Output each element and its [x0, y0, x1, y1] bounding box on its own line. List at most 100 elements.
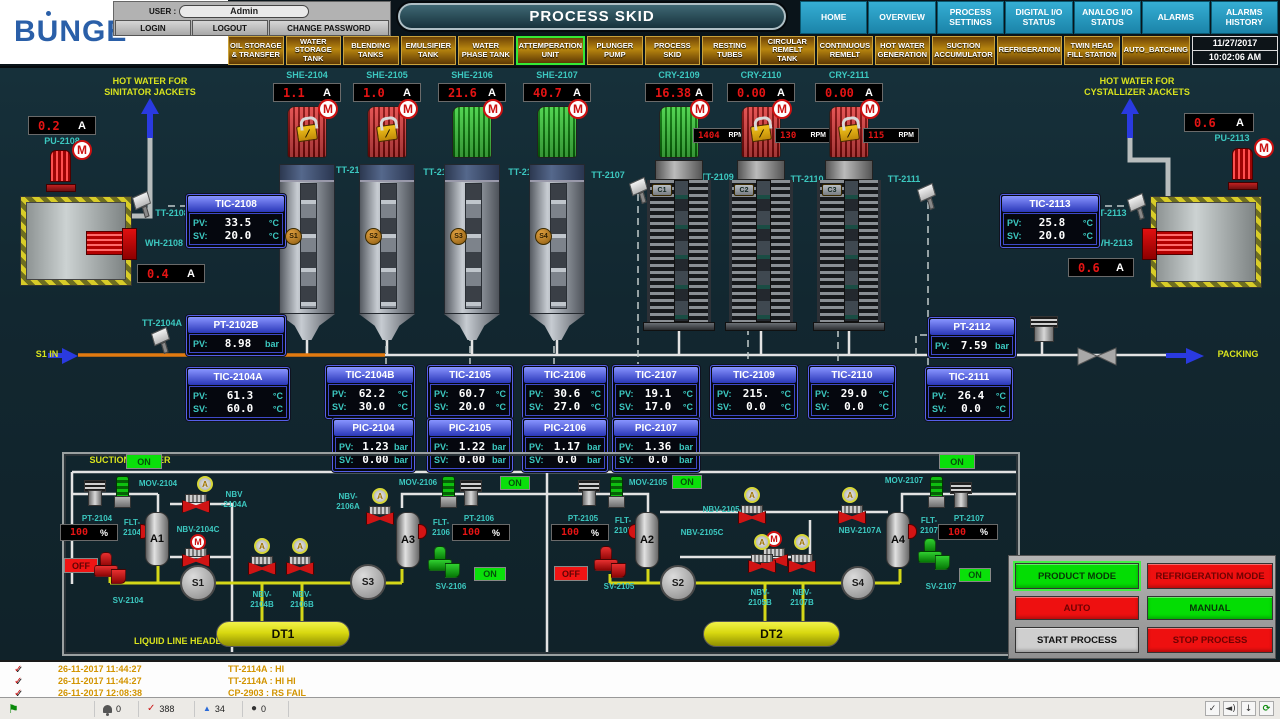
- nav-alarms[interactable]: ALARMS: [1142, 1, 1209, 34]
- nav-auto-batching[interactable]: AUTO_BATCHING: [1122, 36, 1190, 65]
- heat-exchanger-body[interactable]: S3: [444, 164, 500, 314]
- tank-dt1[interactable]: DT1: [216, 621, 350, 647]
- auto-button[interactable]: AUTO: [1015, 596, 1139, 620]
- nav-analog-i-o-status[interactable]: ANALOG I/O STATUS: [1074, 1, 1141, 34]
- mov2105-valve-icon[interactable]: [608, 476, 623, 508]
- heat-exchanger-body[interactable]: S1: [279, 164, 335, 314]
- alarm-row[interactable]: ✓ 26-11-2017 11:44:27 TT-2114A : HI: [0, 663, 1280, 675]
- selector-s2[interactable]: S2: [660, 565, 696, 601]
- faceplate-tic-2108[interactable]: TIC-2108PV:33.5°CSV:20.0°C: [186, 194, 286, 248]
- selector-s3[interactable]: S3: [350, 564, 386, 600]
- down-tool-icon[interactable]: ↓: [1241, 701, 1256, 716]
- nav-water-phase-tank[interactable]: WATER PHASE TANK: [458, 36, 514, 65]
- pt2104-transmitter-icon[interactable]: [84, 480, 106, 506]
- crystallizer-body[interactable]: C2: [729, 180, 793, 322]
- ack-tool-icon[interactable]: ✓: [1205, 701, 1220, 716]
- nbv2105b-valve-icon[interactable]: [748, 554, 774, 571]
- faceplate-tic-2109[interactable]: TIC-2109PV:215.°CSV:0.0°C: [710, 365, 798, 419]
- sv2104-valve-icon[interactable]: [94, 552, 128, 586]
- nav-continuous-remelt[interactable]: CONTINUOUS REMELT: [817, 36, 873, 65]
- vessel-a2[interactable]: A2: [635, 512, 659, 568]
- start-process-button[interactable]: START PROCESS: [1015, 627, 1139, 653]
- tank-dt2[interactable]: DT2: [703, 621, 840, 647]
- suction-header-status-right[interactable]: ON: [939, 454, 975, 469]
- sv2107-valve-icon[interactable]: [918, 538, 952, 572]
- nav-resting-tubes[interactable]: RESTING TUBES: [702, 36, 758, 65]
- refrigeration-mode-button[interactable]: REFRIGERATION MODE: [1147, 563, 1273, 589]
- sv2104-status[interactable]: OFF: [64, 558, 98, 573]
- motor-icon[interactable]: M: [452, 106, 492, 158]
- faceplate-tic-2104a[interactable]: TIC-2104APV:61.3°CSV:60.0°C: [186, 367, 290, 421]
- nbv2106a-valve-icon[interactable]: [366, 506, 392, 523]
- nav-process-skid[interactable]: PROCESS SKID: [645, 36, 701, 65]
- sv2105-valve-icon[interactable]: [594, 546, 628, 580]
- nav-circular-remelt-tank[interactable]: CIRCULAR REMELT TANK: [760, 36, 816, 65]
- nbv2107b-valve-icon[interactable]: [788, 554, 814, 571]
- vessel-a4[interactable]: A4: [886, 512, 910, 568]
- faceplate-tic-2107[interactable]: TIC-2107PV:19.1°CSV:17.0°C: [612, 365, 700, 419]
- nbv2104b-valve-icon[interactable]: [248, 556, 274, 573]
- faceplate-tic-2106[interactable]: TIC-2106PV:30.6°CSV:27.0°C: [522, 365, 608, 419]
- faceplate-pt-2102b[interactable]: PT-2102BPV:8.98bar: [186, 315, 286, 356]
- change-password-button[interactable]: CHANGE PASSWORD: [269, 20, 389, 36]
- nav-home[interactable]: HOME: [800, 1, 867, 34]
- nbv2104a-valve-icon[interactable]: [182, 494, 208, 511]
- alarm-row[interactable]: ✓ 26-11-2017 11:44:27 TT-2114A : HI HI: [0, 675, 1280, 687]
- nav-process-settings[interactable]: PROCESS SETTINGS: [937, 1, 1004, 34]
- nbv2106b-valve-icon[interactable]: [286, 556, 312, 573]
- vessel-a3[interactable]: A3: [396, 512, 420, 568]
- nbv2104c-valve-icon[interactable]: [182, 548, 208, 565]
- faceplate-tic-2104b[interactable]: TIC-2104BPV:62.2°CSV:30.0°C: [325, 365, 415, 419]
- faceplate-pt-2112[interactable]: PT-2112PV:7.59bar: [928, 317, 1016, 358]
- nbv2105a-valve-icon[interactable]: [738, 505, 764, 522]
- faceplate-tic-2110[interactable]: TIC-2110PV:29.0°CSV:0.0°C: [808, 365, 896, 419]
- user-field[interactable]: Admin: [179, 5, 309, 18]
- pump-pu2108-icon[interactable]: M: [44, 146, 78, 192]
- sv2106-valve-icon[interactable]: [428, 546, 462, 580]
- motor-icon[interactable]: M: [287, 106, 327, 158]
- pt2105-transmitter-icon[interactable]: [578, 480, 600, 506]
- mov2105-status[interactable]: ON: [672, 475, 702, 489]
- selector-s4[interactable]: S4: [841, 566, 875, 600]
- nav-digital-i-o-status[interactable]: DIGITAL I/O STATUS: [1005, 1, 1072, 34]
- nav-oil-storage-transfer[interactable]: OIL STORAGE & TRANSFER: [228, 36, 284, 65]
- pump-pu2113-icon[interactable]: M: [1226, 144, 1260, 190]
- nav-overview[interactable]: OVERVIEW: [868, 1, 935, 34]
- product-mode-button[interactable]: PRODUCT MODE: [1015, 563, 1139, 589]
- nav-hot-water-generation[interactable]: HOT WATER GENERATION: [875, 36, 931, 65]
- nav-refrigeration[interactable]: REFRIGERATION: [997, 36, 1063, 65]
- faceplate-tic-2113[interactable]: TIC-2113PV:25.8°CSV:20.0°C: [1000, 194, 1100, 248]
- login-button[interactable]: LOGIN: [115, 20, 191, 36]
- suction-header-status-left[interactable]: ON: [126, 454, 162, 469]
- manual-button[interactable]: MANUAL: [1147, 596, 1273, 620]
- mov2104-valve-icon[interactable]: [114, 476, 129, 508]
- refresh-tool-icon[interactable]: ⟳: [1259, 701, 1274, 716]
- sv2105-status[interactable]: OFF: [554, 566, 588, 581]
- sv2107-status[interactable]: ON: [959, 568, 991, 582]
- heater-wh2113-icon[interactable]: [1143, 231, 1193, 255]
- heat-exchanger-body[interactable]: S4: [529, 164, 585, 314]
- nav-water-storage-tank[interactable]: WATER STORAGE TANK: [286, 36, 342, 65]
- pt2107-transmitter-icon[interactable]: [950, 482, 972, 508]
- motor-icon[interactable]: M: [367, 106, 407, 158]
- nav-twin-head-fill-station[interactable]: TWIN HEAD FILL STATION: [1064, 36, 1120, 65]
- nbv2107a-valve-icon[interactable]: [838, 505, 864, 522]
- nav-suction-accumulator[interactable]: SUCTION ACCUMULATOR: [932, 36, 994, 65]
- sv2106-status[interactable]: ON: [474, 567, 506, 581]
- pt2106-transmitter-icon[interactable]: [460, 480, 482, 506]
- heater-wh2108-icon[interactable]: [86, 231, 136, 255]
- sound-tool-icon[interactable]: ◄): [1223, 701, 1238, 716]
- mov2106-status[interactable]: ON: [500, 476, 530, 490]
- mov2107-valve-icon[interactable]: [928, 476, 943, 508]
- faceplate-tic-2105[interactable]: TIC-2105PV:60.7°CSV:20.0°C: [427, 365, 513, 419]
- motor-icon[interactable]: M: [537, 106, 577, 158]
- nav-attemperation-unit[interactable]: ATTEMPERATION UNIT: [516, 36, 585, 65]
- crystallizer-body[interactable]: C3: [817, 180, 881, 322]
- stop-process-button[interactable]: STOP PROCESS: [1147, 627, 1273, 653]
- crystallizer-body[interactable]: C1: [647, 180, 711, 322]
- vessel-a1[interactable]: A1: [145, 512, 169, 566]
- selector-s1[interactable]: S1: [180, 565, 216, 601]
- nav-alarms-history[interactable]: ALARMS HISTORY: [1211, 1, 1278, 34]
- packing-valve-actuator-icon[interactable]: [1030, 316, 1058, 342]
- heat-exchanger-body[interactable]: S2: [359, 164, 415, 314]
